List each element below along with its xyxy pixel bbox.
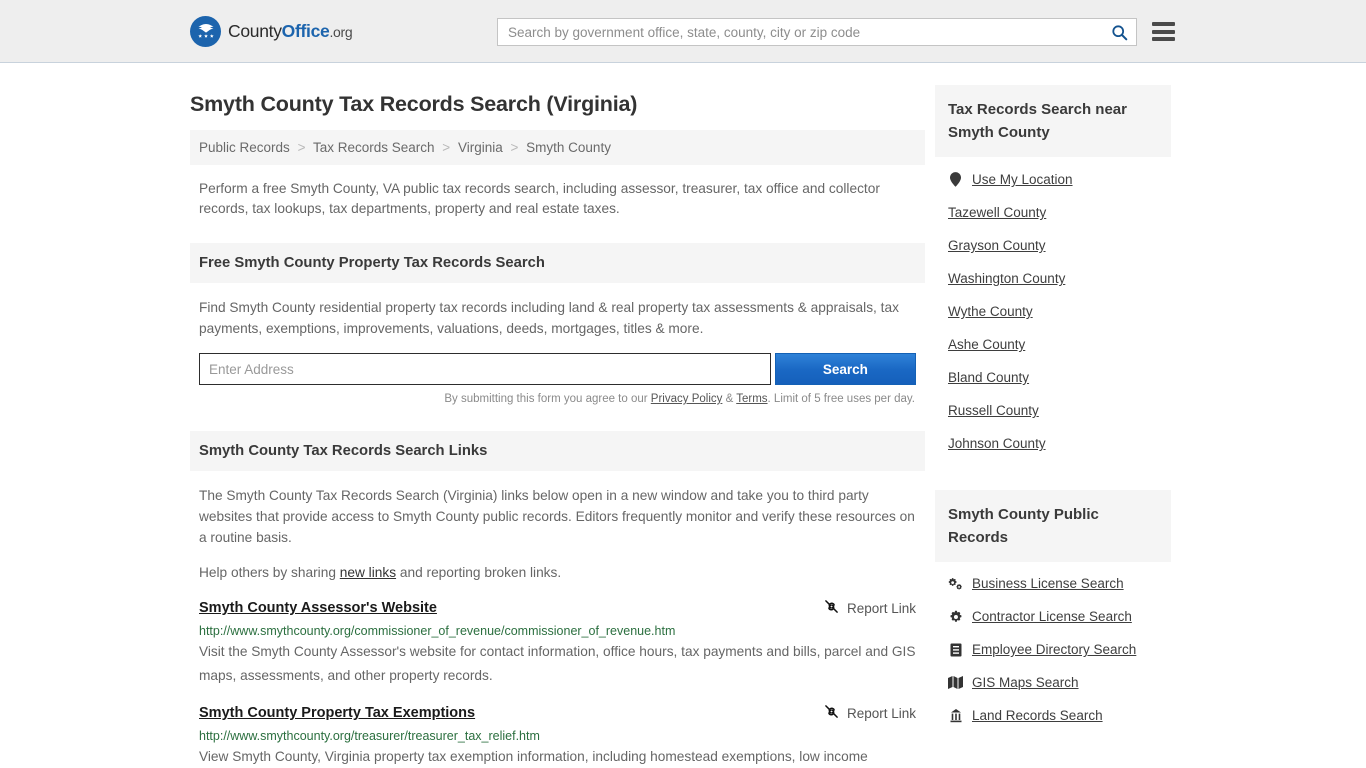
site-logo[interactable]: CountyOffice.org [190, 15, 353, 47]
page-container: Smyth County Tax Records Search (Virgini… [0, 63, 1366, 768]
broken-link-icon [824, 599, 839, 617]
sidebar-item-label[interactable]: Land Records Search [972, 708, 1103, 723]
logo-text-part2: Office [281, 20, 330, 41]
links-section-paragraph: The Smyth County Tax Records Search (Vir… [199, 488, 915, 545]
link-entry: Smyth County Assessor's Website Report L… [190, 599, 925, 688]
help-post: and reporting broken links. [396, 565, 562, 580]
breadcrumb-separator: > [442, 140, 451, 155]
map-pin-icon [948, 172, 963, 187]
link-title[interactable]: Smyth County Property Tax Exemptions [199, 705, 475, 721]
privacy-policy-link[interactable]: Privacy Policy [651, 393, 723, 405]
link-entry: Smyth County Property Tax Exemptions Rep… [190, 704, 925, 768]
sidebar-item-washington-county[interactable]: Washington County [948, 260, 1158, 293]
sidebar-item-gis-maps-search[interactable]: GIS Maps Search [948, 665, 1158, 698]
disclaimer-post: . Limit of 5 free uses per day. [767, 393, 915, 405]
sidebar-item-tazewell-county[interactable]: Tazewell County [948, 194, 1158, 227]
tax-records-links-section: Smyth County Tax Records Search Links Th… [190, 431, 925, 768]
page-title: Smyth County Tax Records Search (Virgini… [190, 92, 638, 116]
sidebar-public-records-heading: Smyth County Public Records [935, 490, 1171, 562]
sidebar-item-label[interactable]: Business License Search [972, 576, 1124, 591]
cog-icon [948, 610, 963, 624]
breadcrumb: Public Records > Tax Records Search > Vi… [190, 130, 925, 165]
logo-text-part3: .org [329, 23, 353, 40]
terms-link[interactable]: Terms [736, 393, 767, 405]
sidebar-item-label[interactable]: Washington County [948, 271, 1065, 286]
sidebar-nearby-heading: Tax Records Search near Smyth County [935, 85, 1171, 157]
sidebar-nearby-block: Tax Records Search near Smyth County Use… [935, 85, 1171, 458]
breadcrumb-item-virginia[interactable]: Virginia [458, 140, 503, 155]
sidebar-item-label[interactable]: Ashe County [948, 337, 1025, 352]
sidebar: Tax Records Search near Smyth County Use… [935, 63, 1171, 768]
broken-link-icon [824, 704, 839, 722]
link-url: http://www.smythcounty.org/treasurer/tre… [199, 729, 540, 743]
global-search-bar[interactable] [497, 18, 1137, 46]
property-search-heading: Free Smyth County Property Tax Records S… [190, 243, 925, 283]
logo-text-part1: County [228, 20, 282, 41]
id-card-icon [948, 643, 963, 657]
sidebar-item-land-records-search[interactable]: Land Records Search [948, 698, 1158, 731]
new-links-link[interactable]: new links [340, 565, 396, 580]
sidebar-public-records-block: Smyth County Public Records Business Lic… [935, 490, 1171, 731]
sidebar-item-russell-county[interactable]: Russell County [948, 392, 1158, 425]
link-url: http://www.smythcounty.org/commissioner_… [199, 624, 676, 638]
disclaimer-amp: & [722, 393, 737, 405]
sidebar-item-label[interactable]: Bland County [948, 370, 1029, 385]
link-title[interactable]: Smyth County Assessor's Website [199, 600, 437, 616]
logo-text: CountyOffice.org [228, 20, 353, 42]
property-search-description: Find Smyth County residential property t… [199, 300, 899, 336]
sidebar-item-label[interactable]: Employee Directory Search [972, 642, 1136, 657]
landmark-icon [948, 708, 963, 723]
search-icon[interactable] [1102, 19, 1136, 45]
breadcrumb-separator: > [510, 140, 519, 155]
intro-text: Perform a free Smyth County, VA public t… [199, 181, 880, 216]
sidebar-item-label[interactable]: Johnson County [948, 436, 1046, 451]
search-button[interactable]: Search [774, 353, 916, 385]
sidebar-item-label[interactable]: Use My Location [972, 172, 1073, 187]
sidebar-item-label[interactable]: Tazewell County [948, 205, 1046, 220]
report-link-button[interactable]: Report Link [824, 704, 916, 722]
report-link-label: Report Link [846, 600, 916, 616]
help-pre: Help others by sharing [199, 565, 340, 580]
sidebar-item-label[interactable]: Russell County [948, 403, 1039, 418]
property-search-form: Search [199, 353, 916, 385]
form-disclaimer: By submitting this form you agree to our… [199, 393, 916, 405]
hamburger-menu-icon[interactable] [1152, 20, 1175, 43]
breadcrumb-item-tax-records-search[interactable]: Tax Records Search [313, 140, 435, 155]
sidebar-item-employee-directory-search[interactable]: Employee Directory Search [948, 632, 1158, 665]
sidebar-item-ashe-county[interactable]: Ashe County [948, 326, 1158, 359]
report-link-button[interactable]: Report Link [824, 599, 916, 617]
sidebar-item-johnson-county[interactable]: Johnson County [948, 425, 1158, 458]
map-icon [948, 676, 963, 689]
site-header: CountyOffice.org [0, 0, 1366, 63]
sidebar-item-label[interactable]: Grayson County [948, 238, 1046, 253]
global-search-input[interactable] [498, 24, 1102, 40]
link-description: View Smyth County, Virginia property tax… [199, 749, 868, 764]
sidebar-item-business-license-search[interactable]: Business License Search [948, 566, 1158, 599]
disclaimer-pre: By submitting this form you agree to our [444, 393, 651, 405]
property-search-section: Free Smyth County Property Tax Records S… [190, 243, 925, 405]
sidebar-item-label[interactable]: Contractor License Search [972, 609, 1132, 624]
breadcrumb-item-public-records[interactable]: Public Records [199, 140, 290, 155]
sidebar-item-grayson-county[interactable]: Grayson County [948, 227, 1158, 260]
sidebar-item-contractor-license-search[interactable]: Contractor License Search [948, 599, 1158, 632]
sidebar-item-wythe-county[interactable]: Wythe County [948, 293, 1158, 326]
sidebar-item-use-my-location[interactable]: Use My Location [948, 161, 1158, 194]
address-input[interactable] [199, 353, 771, 385]
sidebar-item-bland-county[interactable]: Bland County [948, 359, 1158, 392]
links-section-heading: Smyth County Tax Records Search Links [190, 431, 925, 471]
links-section-help: Help others by sharing new links and rep… [199, 562, 916, 583]
breadcrumb-item-smyth-county[interactable]: Smyth County [526, 140, 611, 155]
sidebar-item-label[interactable]: GIS Maps Search [972, 675, 1079, 690]
eagle-seal-logo-icon [190, 15, 221, 47]
breadcrumb-separator: > [297, 140, 306, 155]
report-link-label: Report Link [846, 705, 916, 721]
sidebar-item-label[interactable]: Wythe County [948, 304, 1033, 319]
main-column: Smyth County Tax Records Search (Virgini… [190, 63, 925, 768]
cogs-icon [948, 577, 963, 591]
link-description: Visit the Smyth County Assessor's websit… [199, 644, 916, 683]
